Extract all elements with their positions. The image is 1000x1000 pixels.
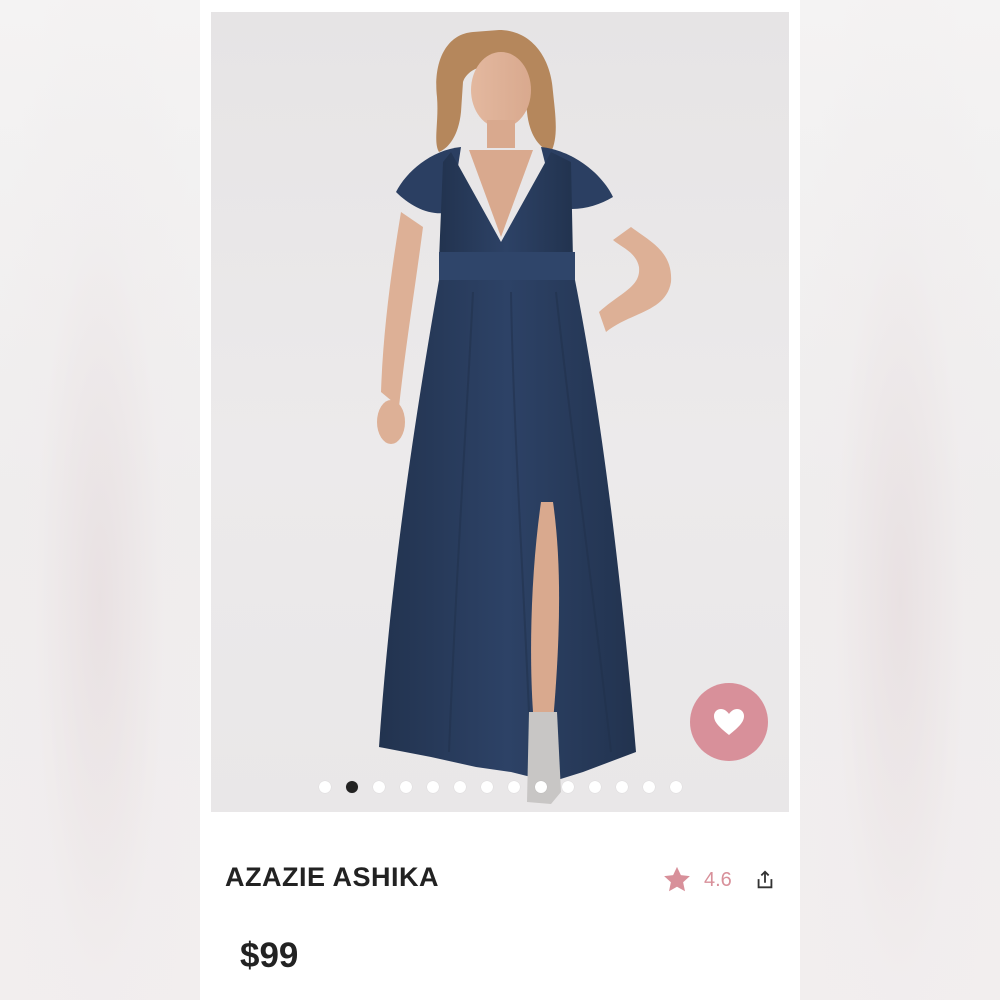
product-title: AZAZIE ASHIKA [225, 862, 439, 892]
share-icon[interactable] [754, 869, 776, 891]
carousel-dot[interactable] [399, 781, 412, 793]
carousel-dot[interactable] [345, 781, 358, 793]
favorite-button[interactable] [690, 683, 768, 761]
star-icon [664, 866, 690, 892]
top-strip [200, 0, 800, 12]
product-screen: AZAZIE ASHIKA 4.6 $99 [200, 0, 800, 1000]
rating-row: 4.6 [662, 864, 776, 896]
carousel-dots [211, 780, 789, 794]
product-image[interactable] [211, 12, 789, 812]
carousel-dot[interactable] [318, 781, 331, 793]
carousel-dot[interactable] [480, 781, 493, 793]
left-blurred-backdrop [0, 0, 200, 1000]
rating-value: 4.6 [704, 868, 732, 891]
carousel-dot[interactable] [534, 781, 547, 793]
carousel-dot[interactable] [669, 781, 682, 793]
carousel-dot[interactable] [615, 781, 628, 793]
heart-icon [714, 709, 744, 735]
carousel-dot[interactable] [588, 781, 601, 793]
carousel-dot[interactable] [642, 781, 655, 793]
carousel-dot[interactable] [426, 781, 439, 793]
carousel-dot[interactable] [372, 781, 385, 793]
carousel-dot[interactable] [561, 781, 574, 793]
carousel-dot[interactable] [507, 781, 520, 793]
carousel-dot[interactable] [453, 781, 466, 793]
right-blurred-backdrop [800, 0, 1000, 1000]
product-price: $99 [240, 936, 299, 975]
